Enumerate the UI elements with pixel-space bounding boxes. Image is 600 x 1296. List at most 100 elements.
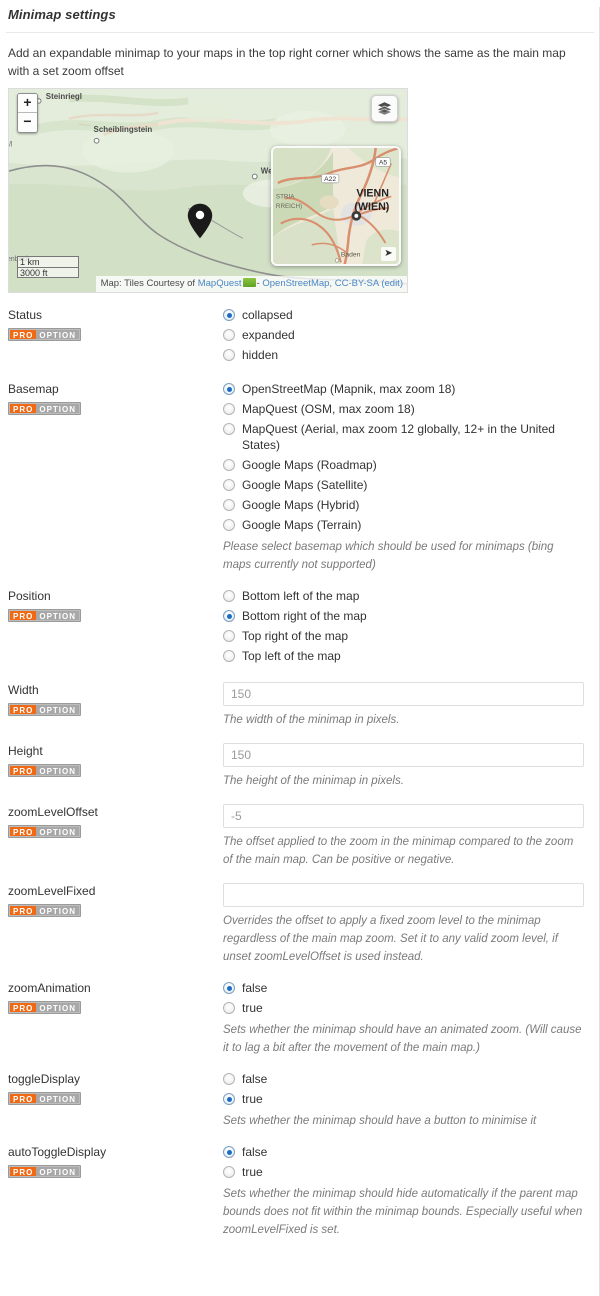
radio-button-selected[interactable]: [223, 309, 235, 321]
radio-label: true: [242, 1165, 263, 1179]
radio-option[interactable]: MapQuest (Aerial, max zoom 12 globally, …: [223, 421, 584, 453]
radio-button[interactable]: [223, 403, 235, 415]
radio-button-selected[interactable]: [223, 1146, 235, 1158]
minimap-highway-label: A22: [324, 176, 336, 183]
zoom-in-button[interactable]: +: [18, 94, 37, 113]
radio-button-selected[interactable]: [223, 1093, 235, 1105]
field-column: The offset applied to the zoom in the mi…: [223, 804, 594, 869]
map-scale-control: 1 km 3000 ft: [17, 256, 79, 278]
radio-button[interactable]: [223, 1166, 235, 1178]
radio-button[interactable]: [223, 590, 235, 602]
radio-label: false: [242, 1145, 268, 1159]
pro-option-badge: PRO OPTION: [8, 402, 82, 415]
label-column: Basemap PRO OPTION: [8, 381, 223, 574]
radio-button[interactable]: [223, 1002, 235, 1014]
radio-label: Bottom right of the map: [242, 609, 367, 623]
help-text-zoomLevelOffset: The offset applied to the zoom in the mi…: [223, 836, 574, 866]
radio-option[interactable]: true: [223, 1000, 584, 1016]
inset-minimap[interactable]: STRIA RREICH) Baden A22 A5 VIENN (WIEN): [271, 146, 401, 266]
radio-option[interactable]: false: [223, 1071, 584, 1087]
radio-option[interactable]: expanded: [223, 327, 584, 343]
radio-button[interactable]: [223, 459, 235, 471]
pro-option-badge: PRO OPTION: [8, 1092, 82, 1105]
setting-row-toggleDisplay: toggleDisplay PRO OPTION false true Sets whet…: [6, 1071, 594, 1130]
label-column: autoToggleDisplay PRO OPTION: [8, 1144, 223, 1239]
setting-row-zoomAnimation: zoomAnimation PRO OPTION false true Sets whet…: [6, 980, 594, 1057]
badge-option-text: OPTION: [36, 404, 80, 414]
radio-button[interactable]: [223, 479, 235, 491]
radio-button-selected[interactable]: [223, 383, 235, 395]
radio-option[interactable]: Google Maps (Terrain): [223, 517, 584, 533]
field-column: Bottom left of the map Bottom right of th…: [223, 588, 594, 668]
field-label-autoToggleDisplay: autoToggleDisplay: [8, 1145, 107, 1159]
settings-form: Status PRO OPTION collapsed expanded hidden Ba…: [6, 307, 594, 1239]
help-text-basemap: Please select basemap which should be us…: [223, 541, 554, 571]
radio-option[interactable]: Google Maps (Hybrid): [223, 497, 584, 513]
radio-option[interactable]: Top left of the map: [223, 648, 584, 664]
radio-button-selected[interactable]: [223, 610, 235, 622]
radio-option[interactable]: Google Maps (Roadmap): [223, 457, 584, 473]
radio-option[interactable]: OpenStreetMap (Mapnik, max zoom 18): [223, 381, 584, 397]
pro-option-badge: PRO OPTION: [8, 764, 82, 777]
minimap-city-label: (WIEN): [354, 201, 389, 213]
label-column: zoomAnimation PRO OPTION: [8, 980, 223, 1057]
radio-button[interactable]: [223, 423, 235, 435]
radio-label: MapQuest (Aerial, max zoom 12 globally, …: [242, 422, 555, 452]
map-attribution: Map: Tiles Courtesy of MapQuest - OpenStr…: [95, 276, 407, 292]
radio-button[interactable]: [223, 499, 235, 511]
minimap-minimise-button[interactable]: ➤: [381, 247, 396, 261]
input-zoomLevelFixed[interactable]: [223, 883, 584, 907]
help-text-autoToggleDisplay: Sets whether the minimap should hide aut…: [223, 1188, 583, 1236]
page-description: Add an expandable minimap to your maps i…: [8, 46, 566, 78]
map-marker[interactable]: [187, 203, 213, 239]
layers-control-button[interactable]: [371, 95, 398, 122]
badge-pro-text: PRO: [10, 404, 37, 414]
radio-label: Google Maps (Terrain): [242, 518, 362, 532]
radio-option[interactable]: Bottom left of the map: [223, 588, 584, 604]
radio-label: Top left of the map: [242, 649, 341, 663]
badge-pro-text: PRO: [10, 906, 37, 916]
minimap-region-label: STRIA: [276, 193, 295, 200]
radio-option[interactable]: true: [223, 1091, 584, 1107]
radio-option[interactable]: true: [223, 1164, 584, 1180]
radio-button-selected[interactable]: [223, 982, 235, 994]
label-column: Width PRO OPTION: [8, 682, 223, 729]
radio-button[interactable]: [223, 519, 235, 531]
radio-option[interactable]: Top right of the map: [223, 628, 584, 644]
radio-label: true: [242, 1092, 263, 1106]
radio-button[interactable]: [223, 349, 235, 361]
radio-button[interactable]: [223, 630, 235, 642]
radio-label: hidden: [242, 348, 279, 362]
input-height[interactable]: [223, 743, 584, 767]
badge-pro-text: PRO: [10, 827, 37, 837]
pro-option-badge: PRO OPTION: [8, 825, 82, 838]
radio-button[interactable]: [223, 329, 235, 341]
radio-option[interactable]: MapQuest (OSM, max zoom 18): [223, 401, 584, 417]
attribution-mapquest-link[interactable]: MapQuest: [198, 278, 242, 289]
attribution-edit-link[interactable]: (edit): [381, 278, 403, 289]
badge-pro-text: PRO: [10, 611, 37, 621]
map-zoom-control[interactable]: + −: [17, 93, 38, 133]
radio-option[interactable]: Google Maps (Satellite): [223, 477, 584, 493]
help-text-toggleDisplay: Sets whether the minimap should have a b…: [223, 1115, 537, 1127]
setting-row-height: Height PROOPTION The height of the minimap…: [6, 743, 594, 790]
input-zoomLevelOffset[interactable]: [223, 804, 584, 828]
input-width[interactable]: [223, 682, 584, 706]
zoom-out-button[interactable]: −: [18, 113, 37, 132]
label-column: Status PRO OPTION: [8, 307, 223, 367]
radio-button[interactable]: [223, 650, 235, 662]
setting-row-status: Status PRO OPTION collapsed expanded hidden: [6, 307, 594, 367]
minimap-city-label: VIENN: [356, 187, 389, 199]
pro-option-badge: PRO OPTION: [8, 1165, 82, 1178]
attribution-osm-link[interactable]: OpenStreetMap, CC-BY-SA: [262, 278, 378, 289]
radio-option[interactable]: collapsed: [223, 307, 584, 323]
setting-row-zoomLevelOffset: zoomLevelOffset PROOPTION The offset appli…: [6, 804, 594, 869]
radio-option[interactable]: Bottom right of the map: [223, 608, 584, 624]
radio-option[interactable]: false: [223, 980, 584, 996]
radio-option[interactable]: hidden: [223, 347, 584, 363]
map-preview[interactable]: Steinriegl Scheiblingstein Wei /l enbach…: [8, 88, 408, 293]
map-pin-icon: [187, 203, 213, 239]
radio-option[interactable]: false: [223, 1144, 584, 1160]
field-label-basemap: Basemap: [8, 382, 59, 396]
radio-button[interactable]: [223, 1073, 235, 1085]
